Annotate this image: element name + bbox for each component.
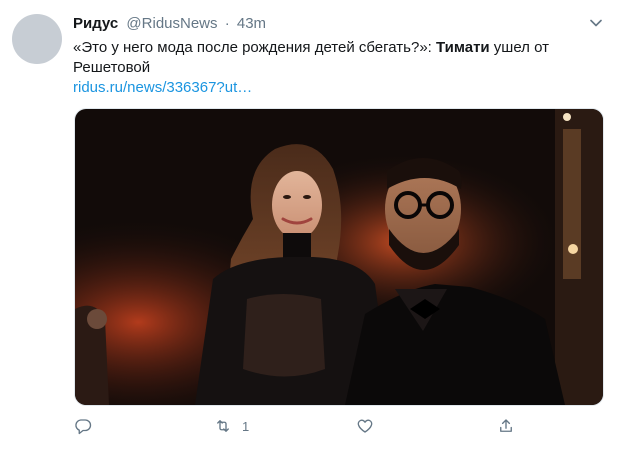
reply-button[interactable] xyxy=(74,414,92,438)
tweet-text-part1: «Это у него мода после рождения детей сб… xyxy=(73,39,437,56)
tweet-actions: 1 xyxy=(0,414,620,438)
tweet-timestamp[interactable]: 43m xyxy=(237,15,266,32)
tweet-photo[interactable] xyxy=(74,108,604,406)
like-button[interactable] xyxy=(356,414,374,438)
heart-icon xyxy=(357,419,373,433)
separator-dot: · xyxy=(224,15,230,32)
photo-image xyxy=(75,109,603,405)
share-icon xyxy=(500,419,512,432)
tweet-header: Ридус @RidusNews · 43m xyxy=(73,14,266,34)
share-button[interactable] xyxy=(497,414,515,438)
avatar[interactable] xyxy=(12,14,62,64)
tweet-link[interactable]: ridus.ru/news/336367?ut… xyxy=(73,78,252,98)
tweet-text-bold: Тимати xyxy=(436,39,490,56)
chevron-down-icon[interactable] xyxy=(590,17,602,29)
retweet-button[interactable]: 1 xyxy=(214,414,249,438)
reply-icon xyxy=(75,419,92,435)
author-name[interactable]: Ридус xyxy=(73,15,118,32)
tweet: Ридус @RidusNews · 43m «Это у него мода … xyxy=(0,0,620,451)
retweet-count: 1 xyxy=(242,418,250,434)
author-handle[interactable]: @RidusNews xyxy=(126,15,217,32)
tweet-text: «Это у него мода после рождения детей сб… xyxy=(73,38,593,78)
retweet-icon xyxy=(217,420,229,432)
